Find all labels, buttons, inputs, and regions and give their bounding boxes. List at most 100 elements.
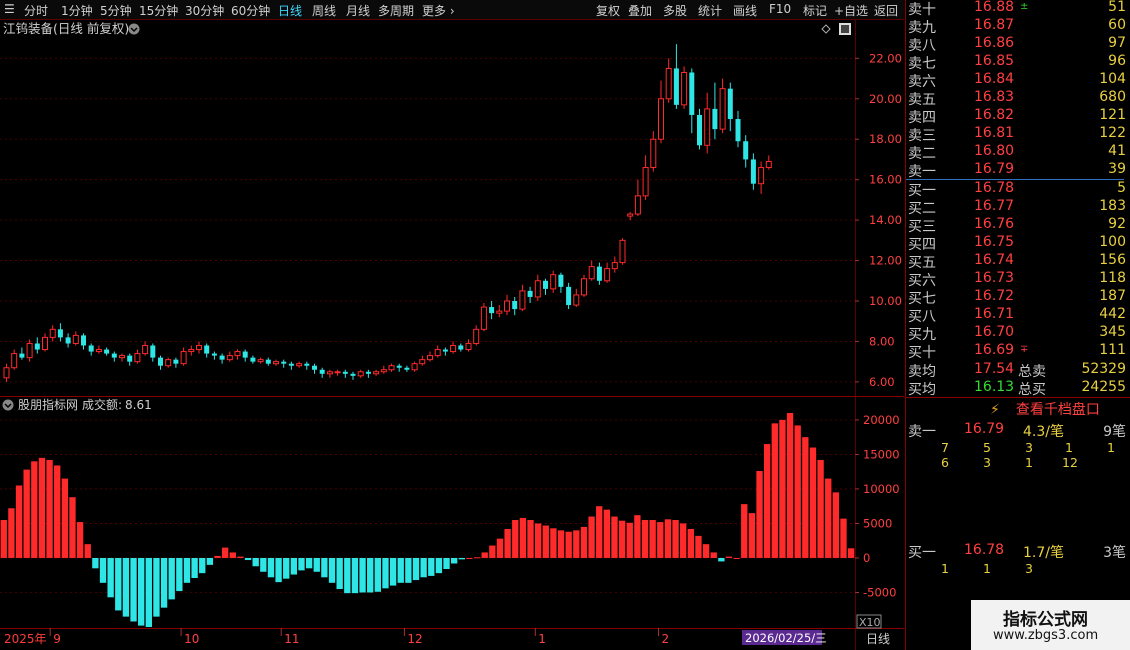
candle-body [750,159,756,184]
diamond-icon[interactable] [821,24,831,34]
tool-mark-button[interactable]: 标记 [803,2,827,19]
period-tab-daily[interactable]: 日线 [278,2,302,19]
indicator-bar [680,523,687,558]
candle-body [165,359,172,367]
indicator-bar [359,557,366,593]
tool-draw-button[interactable]: 画线 [733,2,757,19]
candle-body [142,344,149,355]
indicator-bar [847,548,855,558]
candle-body [127,355,133,362]
period-tab-15min[interactable]: 15分钟 [139,2,178,19]
candle-body [273,361,279,365]
candle-body [642,167,649,197]
candle-body [558,274,564,287]
bid-level-8-row[interactable]: 买八 16.71 442 [908,306,1126,325]
ask-level-8-row[interactable]: 卖八 16.86 97 [908,35,1126,54]
thousand-level-button[interactable]: ⚡ 查看千档盘口 [990,399,1100,418]
ask-level-6-row[interactable]: 卖六 16.84 104 [908,71,1126,90]
chart-area[interactable]: 6.008.0010.0012.0014.0016.0018.0020.0022… [0,20,904,650]
candle-body [689,72,695,115]
bid-level-8-price: 16.71 [974,306,1015,322]
ask-level-3-row[interactable]: 卖三 16.81 122 [908,125,1126,144]
candle-body [65,337,71,344]
bid-level-10-row[interactable]: 买十 16.69 ∓ 111 [908,342,1126,361]
window-toggle-icon[interactable] [839,23,851,35]
ask1-queue-order-size: 1 [1025,455,1033,470]
indicator-bar [489,545,496,558]
indicator-bar [229,552,236,558]
period-tab-fenshi[interactable]: 分时 [24,2,48,19]
candle-body [234,351,241,357]
ask-level-10-row[interactable]: 卖十 16.88 ±51 [908,0,1126,18]
period-tab-monthly[interactable]: 月线 [346,2,370,19]
date-axis: 9 10 11 12 1 2 [49,628,670,646]
price-tick-label: 6.00 [869,375,895,389]
indicator-bar [664,519,672,558]
bid-level-1-row[interactable]: 买一 16.78 5 [908,180,1126,199]
bid-level-6-row[interactable]: 买六 16.73 118 [908,270,1126,289]
period-tab-30min[interactable]: 30分钟 [185,2,224,19]
tool-stats-button[interactable]: 统计 [698,2,722,19]
ask-level-1-row[interactable]: 卖一 16.79 39 [908,161,1126,180]
chevron-down-icon[interactable] [2,399,14,411]
bid-level-2-row[interactable]: 买二 16.77 183 [908,198,1126,217]
bid-average-row: 买均 16.13 总买 24255 [908,379,1126,398]
candle-body [57,329,63,338]
indicator-bar [756,470,763,558]
ask-level-6-label: 卖六 [908,74,936,90]
ask1-queue-order-size: 6 [941,455,949,470]
bid-level-6-price: 16.73 [974,270,1015,286]
ask-level-2-row[interactable]: 卖二 16.80 41 [908,143,1126,162]
indicator-bar [122,557,130,617]
bid-level-10-price: 16.69 [974,342,1015,358]
tool-watchlist-button[interactable]: +自选 [834,2,868,19]
ask-level-5-row[interactable]: 卖五 16.83 680 [908,89,1126,108]
bid-level-3-row[interactable]: 买三 16.76 92 [908,216,1126,235]
indicator-bar [519,517,527,558]
date-tick-label: 11 [284,632,299,646]
ask-level-8-label: 卖八 [908,38,936,54]
candle-body [550,274,557,290]
ask-level-4-row[interactable]: 卖四 16.82 121 [908,107,1126,126]
bid-level-5-volume: 156 [1099,252,1126,268]
period-tab-multi[interactable]: 多周期 [378,2,414,19]
ask-level-7-row[interactable]: 卖七 16.85 96 [908,53,1126,72]
period-tab-1min[interactable]: 1分钟 [61,2,93,19]
bid-level-3-label: 买三 [908,219,936,235]
indicator-tick-label: -5000 [863,585,896,599]
bid-level-5-row[interactable]: 买五 16.74 156 [908,252,1126,271]
tool-f10-button[interactable]: F10 [769,2,791,16]
tool-fuquan-button[interactable]: 复权 [596,2,620,19]
orderbook-panel: 卖十 16.88 ±51 卖九 16.87 60 卖八 16.86 97 卖七 16.85 96 卖六 1… [905,0,1130,650]
tool-back-button[interactable]: 返回 [874,2,898,19]
period-tab-more[interactable]: 更多 › [422,2,455,19]
menu-icon[interactable]: ☰ [4,2,15,16]
bid-level-4-row[interactable]: 买四 16.75 100 [908,234,1126,253]
candle-body [566,286,572,306]
candle-body [296,363,303,367]
period-tab-5min[interactable]: 5分钟 [100,2,132,19]
ask1-queue-order-size: 3 [1025,440,1033,455]
indicator-bar [534,523,542,558]
period-tab-weekly[interactable]: 周线 [312,2,336,19]
indicator-bar [23,469,30,558]
indicator-bar [15,485,23,558]
indicator-bar [748,513,756,558]
indicator-bar [573,530,580,558]
bid-average-value: 16.13 [974,379,1015,395]
candle-body [173,359,179,364]
period-indicator-button[interactable]: 日线 [866,632,890,646]
bid-level-9-row[interactable]: 买九 16.70 345 [908,324,1126,343]
tool-overlay-button[interactable]: 叠加 [628,2,652,19]
candle-body [404,367,410,370]
date-tick-label: 2 [662,632,670,646]
chevron-down-icon[interactable] [128,23,140,35]
bid-level-7-row[interactable]: 买七 16.72 187 [908,288,1126,307]
candle-body [743,141,749,160]
candlestick-series [3,44,772,382]
tool-multistock-button[interactable]: 多股 [663,2,687,19]
indicator-bar [145,557,152,627]
period-tab-60min[interactable]: 60分钟 [231,2,270,19]
ask-level-9-row[interactable]: 卖九 16.87 60 [908,17,1126,36]
indicator-bar [46,459,53,558]
